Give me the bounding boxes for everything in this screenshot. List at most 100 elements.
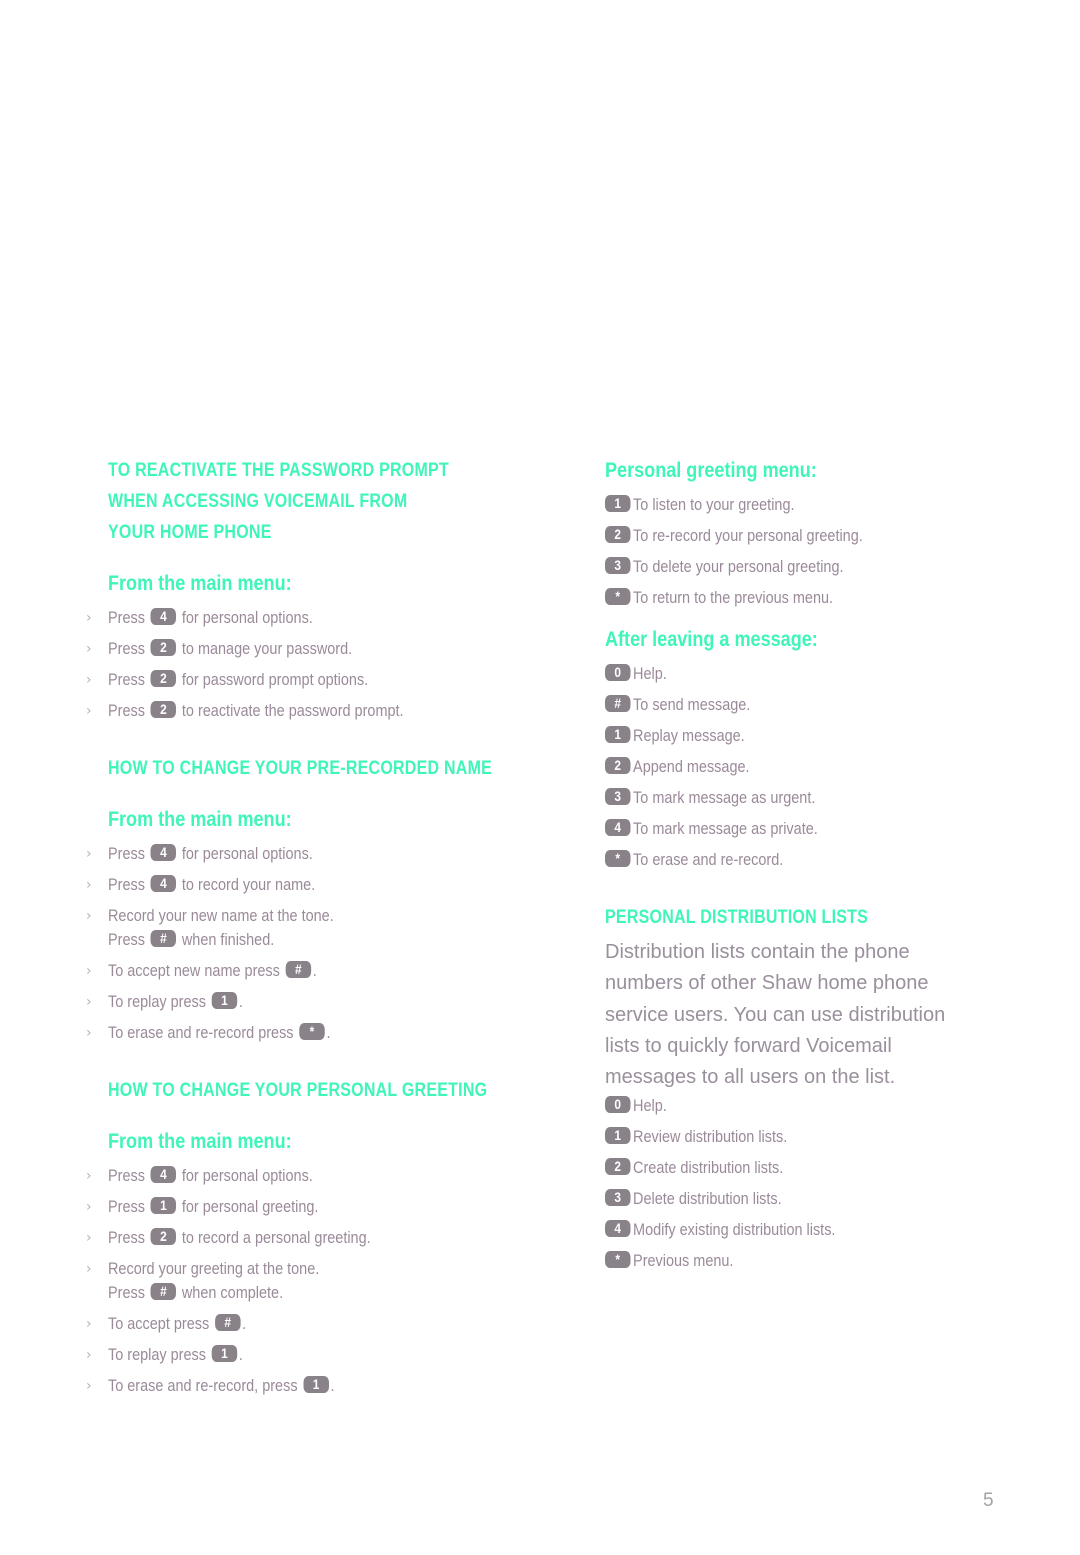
menu-option: 4 Modify existing distribution lists. [605,1218,1005,1242]
step-text: Record your new name at the tone. [108,906,334,925]
phone-key-badge: * [605,1251,631,1269]
menu-option: 3 To mark message as urgent. [605,786,1005,810]
menu-option: 4 To mark message as private. [605,817,1005,841]
phone-key-badge: 2 [150,639,177,656]
section-title-line: TO REACTIVATE THE PASSWORD PROMPT [108,459,449,481]
chevron-right-icon: › [86,672,92,688]
chevron-right-icon: › [86,703,92,719]
step-text: Press 2 to record a personal greeting. [108,1228,371,1247]
chevron-right-icon: › [86,641,92,657]
menu-option-text: 2 Append message. [605,755,750,779]
step-text: Press 4 for personal options. [108,608,313,627]
step-item: › To accept press #. [86,1312,548,1336]
chevron-right-icon: › [86,963,92,979]
left-column: TO REACTIVATE THE PASSWORD PROMPT WHEN A… [86,455,548,1398]
phone-key-badge: 1 [211,992,238,1009]
subheading: From the main menu: [108,808,292,831]
chevron-right-icon: › [86,1199,92,1215]
phone-key-badge: 4 [605,819,631,836]
menu-option-text: # To send message. [605,693,750,717]
step-text: To erase and re-record, press 1. [108,1376,335,1395]
phone-key-badge: 4 [605,1220,631,1238]
phone-key-badge: 1 [605,726,631,743]
menu-option: * Previous menu. [605,1249,1005,1273]
step-item: › Press 4 for personal options. [86,606,548,630]
chevron-right-icon: › [86,846,92,862]
chevron-right-icon: › [86,1168,92,1184]
step-item: › Press 4 for personal options. [86,842,548,866]
menu-option-text: 2 Create distribution lists. [605,1156,783,1180]
step-text: Press 2 for password prompt options. [108,670,369,689]
step-text: Press 2 to reactivate the password promp… [108,701,404,720]
phone-key-badge: 1 [605,1127,631,1145]
step-text: To replay press 1. [108,1345,243,1364]
phone-key-badge: 2 [150,701,177,718]
section-greeting-menu: Personal greeting menu: 1 To listen to yo… [605,455,1005,610]
chevron-right-icon: › [86,1025,92,1041]
phone-key-badge: * [605,850,631,867]
step-text: To erase and re-record press *. [108,1023,331,1042]
menu-option-text: 1 To listen to your greeting. [605,493,795,517]
menu-option: 3 Delete distribution lists. [605,1187,1005,1211]
step-text: Press 4 for personal options. [108,1166,313,1185]
step-item: › To accept new name press #. [86,959,548,983]
menu-option: * To return to the previous menu. [605,586,1005,610]
phone-key-badge: # [150,1283,177,1300]
phone-key-badge: 2 [150,1228,177,1245]
section-after-message: After leaving a message: 0 Help. # To send … [605,624,1005,872]
step-item: › To erase and re-record press *. [86,1021,548,1045]
phone-key-badge: * [605,588,631,605]
menu-option-text: 0 Help. [605,662,667,686]
section-title: HOW TO CHANGE YOUR PRE-RECORDED NAME [108,757,493,779]
chevron-right-icon: › [86,1347,92,1363]
step-item: › Press 2 for password prompt options. [86,668,548,692]
phone-key-badge: 2 [150,670,177,687]
step-text: Press 4 to record your name. [108,875,316,894]
menu-option-text: 4 Modify existing distribution lists. [605,1218,835,1242]
phone-key-badge: * [299,1023,325,1040]
menu-option: 3 To delete your personal greeting. [605,555,1005,579]
phone-key-badge: 1 [150,1197,177,1214]
step-text: Press # when finished. [108,930,275,949]
phone-key-badge: 0 [605,1096,631,1114]
menu-option-text: * Previous menu. [605,1249,733,1273]
menu-option: 2 To re-record your personal greeting. [605,524,1005,548]
paragraph-line: Distribution lists contain the phone [605,941,910,963]
phone-key-badge: 4 [150,875,177,892]
menu-option: 1 Replay message. [605,724,1005,748]
phone-key-badge: 2 [605,1158,631,1176]
phone-key-badge: # [605,695,631,712]
paragraph-line: messages to all users on the list. [605,1066,896,1089]
phone-key-badge: 3 [605,788,631,805]
step-text: Press # when complete. [108,1283,284,1302]
section-title-line: YOUR HOME PHONE [108,521,272,543]
menu-option: 2 Append message. [605,755,1005,779]
section-change-greeting: HOW TO CHANGE YOUR PERSONAL GREETING Fro… [86,1075,548,1398]
chevron-right-icon: › [86,877,92,893]
phone-key-badge: 4 [150,608,177,625]
subheading: From the main menu: [108,1130,292,1153]
step-text: Press 1 for personal greeting. [108,1197,319,1216]
section-distribution-lists: PERSONAL DISTRIBUTION LISTS Distribution… [605,902,1005,1273]
phone-key-badge: 3 [605,1189,631,1207]
step-item: › Press 2 to record a personal greeting. [86,1226,548,1250]
menu-option: 2 Create distribution lists. [605,1156,1005,1180]
menu-list: 0 Help. # To send message. 1 Replay message. 2… [605,662,1005,872]
chevron-right-icon: › [86,908,92,924]
menu-option: # To send message. [605,693,1005,717]
steps-list: › Press 4 for personal options. › Press 2 t… [86,606,548,723]
chevron-right-icon: › [86,610,92,626]
phone-key-badge: 1 [211,1345,238,1362]
menu-option-text: 4 To mark message as private. [605,817,818,841]
section-reactivate-password: TO REACTIVATE THE PASSWORD PROMPT WHEN A… [86,455,548,723]
page-number: 5 [983,1490,994,1511]
phone-key-badge: # [214,1314,241,1331]
menu-option-text: 1 Review distribution lists. [605,1125,787,1149]
step-item: › To replay press 1. [86,990,548,1014]
step-item: › To erase and re-record, press 1. [86,1374,548,1398]
step-text: To accept press #. [108,1314,247,1333]
menu-option-text: 1 Replay message. [605,724,745,748]
menu-list: 0 Help. 1 Review distribution lists. 2 Create… [605,1094,1005,1273]
step-item: › Record your new name at the tone. Press … [86,904,548,952]
phone-key-badge: 4 [150,1166,177,1183]
